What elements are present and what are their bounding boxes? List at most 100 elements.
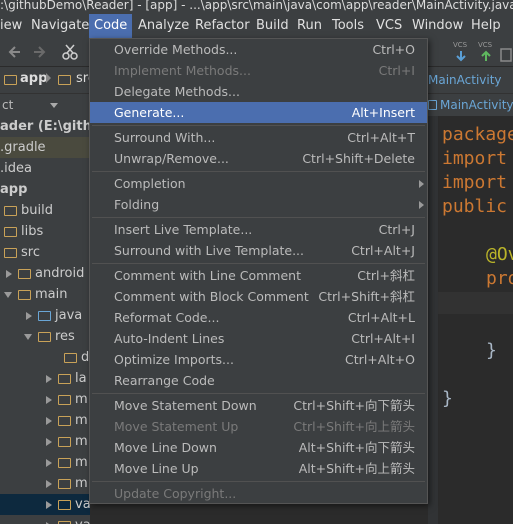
menu-move-statement-up[interactable]: Move Statement Up Ctrl+Shift+向上箭头 [90,416,427,437]
editor-gutter [428,116,438,524]
tree-item-mipmap[interactable]: m [0,389,90,410]
tree-item-values-w820dp[interactable]: values-900 [0,515,90,524]
code-editor[interactable]: package import import public @Ov pro } } [438,116,513,524]
menu-optimize-imports[interactable]: Optimize Imports... Ctrl+Alt+O [90,349,427,370]
menu-refactor[interactable]: Refactor [190,14,255,38]
folder-icon [58,478,71,489]
forward-arrow-icon[interactable] [32,45,46,59]
tree-item-app[interactable]: app [0,179,90,200]
menu-generate[interactable]: Generate... Alt+Insert [90,102,427,123]
expand-arrow-icon[interactable] [46,437,52,446]
project-view-selector[interactable]: ct [0,94,90,116]
menu-separator [92,481,425,482]
menu-item-label: Surround with Live Template... [114,243,304,258]
collapse-arrow-icon[interactable] [24,333,32,340]
menu-move-line-up[interactable]: Move Line Up Alt+Shift+向上箭头 [90,458,427,479]
folder-icon [58,75,71,85]
cut-icon[interactable] [62,44,78,60]
expand-arrow-icon[interactable] [46,395,52,404]
tree-item-drawable[interactable]: d [0,347,90,368]
tree-item-idea[interactable]: .idea [0,158,90,179]
menu-item-label: Generate... [114,105,185,120]
menu-surround-with[interactable]: Surround With... Ctrl+Alt+T [90,127,427,148]
menu-analyze[interactable]: Analyze [133,14,194,38]
tree-item-src[interactable]: src [0,242,90,263]
menu-override-methods[interactable]: Override Methods... Ctrl+O [90,39,427,60]
tree-item-values[interactable]: values [0,494,90,515]
menu-view[interactable]: iew [0,14,27,38]
menu-surround-live-template[interactable]: Surround with Live Template... Ctrl+Alt+… [90,240,427,261]
tree-item-build[interactable]: build [0,200,90,221]
folder-icon [4,75,17,85]
menu-folding[interactable]: Folding [90,194,427,215]
tree-item-mipmap[interactable]: m [0,410,90,431]
tree-item-libs[interactable]: libs [0,221,90,242]
tree-item-mipmap[interactable]: m [0,452,90,473]
tree-item-layout[interactable]: la [0,368,90,389]
vcs-update-icon[interactable] [455,50,467,62]
menu-item-label: Move Statement Up [114,419,239,434]
menu-move-line-down[interactable]: Move Line Down Alt+Shift+向下箭头 [90,437,427,458]
tree-item-label: libs [21,224,44,239]
tree-item-android[interactable]: android [0,263,90,284]
menu-insert-live-template[interactable]: Insert Live Template... Ctrl+J [90,219,427,240]
tree-item-label: android [35,266,85,281]
menu-item-label: Comment with Block Comment [114,289,309,304]
expand-arrow-icon[interactable] [46,416,52,425]
menu-build[interactable]: Build [251,14,294,38]
folder-icon [58,415,71,426]
menu-comment-block[interactable]: Comment with Block Comment Ctrl+Shift+斜杠 [90,286,427,307]
menu-item-shortcut: Ctrl+Shift+斜杠 [318,289,415,304]
code-line: import [442,148,508,169]
folder-icon [4,226,17,237]
expand-arrow-icon[interactable] [46,374,52,383]
menu-reformat-code[interactable]: Reformat Code... Ctrl+Alt+L [90,307,427,328]
expand-arrow-icon[interactable] [46,458,52,467]
menu-navigate[interactable]: Navigate [26,14,94,38]
menu-item-shortcut: Ctrl+Alt+O [345,352,415,367]
expand-arrow-icon[interactable] [46,479,52,488]
menu-implement-methods[interactable]: Implement Methods... Ctrl+I [90,60,427,81]
tree-item-label: m [75,392,88,407]
menu-completion[interactable]: Completion [90,173,427,194]
menu-item-shortcut: Ctrl+J [378,222,415,237]
tree-item-label: ader (E:\githubD [0,119,90,134]
breadcrumb-main-activity[interactable]: MainActivity [428,73,502,87]
menu-code[interactable]: Code [89,14,133,38]
expand-arrow-icon[interactable] [26,311,32,320]
tree-root[interactable]: ader (E:\githubD [0,116,90,137]
folder-icon [58,499,71,510]
menu-tools[interactable]: Tools [327,14,369,38]
menu-vcs[interactable]: VCS [371,14,407,38]
collapse-arrow-icon[interactable] [4,291,12,298]
menu-help[interactable]: Help [466,14,506,38]
folder-icon [58,520,71,524]
tree-item-res[interactable]: res [0,326,90,347]
vcs-history-icon[interactable] [500,48,512,62]
tree-item-gradle[interactable]: .gradle [0,137,90,158]
tree-item-mipmap[interactable]: m [0,431,90,452]
tree-item-java[interactable]: java [0,305,90,326]
menu-delegate-methods[interactable]: Delegate Methods... [90,81,427,102]
expand-arrow-icon[interactable] [6,269,12,278]
code-menu-dropdown: Override Methods... Ctrl+O Implement Met… [89,38,428,504]
menu-item-shortcut: Ctrl+斜杠 [357,268,415,283]
breadcrumb-app[interactable]: app [20,71,47,86]
folder-icon [58,436,71,447]
menu-window[interactable]: Window [407,14,468,38]
editor-tab-main-activity[interactable]: MainActivity.j [440,98,513,112]
vcs-commit-icon[interactable] [480,50,492,62]
menu-run[interactable]: Run [292,14,327,38]
tree-item-label: src [21,245,40,260]
tree-item-mipmap[interactable]: m [0,473,90,494]
menu-auto-indent[interactable]: Auto-Indent Lines Ctrl+Alt+I [90,328,427,349]
menu-comment-line[interactable]: Comment with Line Comment Ctrl+斜杠 [90,265,427,286]
menu-rearrange-code[interactable]: Rearrange Code [90,370,427,391]
expand-arrow-icon[interactable] [46,500,52,509]
tree-item-main[interactable]: main [0,284,90,305]
menu-update-copyright[interactable]: Update Copyright... [90,483,427,504]
menu-move-statement-down[interactable]: Move Statement Down Ctrl+Shift+向下箭头 [90,395,427,416]
back-arrow-icon[interactable] [8,45,22,59]
menu-separator [92,217,425,218]
menu-unwrap-remove[interactable]: Unwrap/Remove... Ctrl+Shift+Delete [90,148,427,169]
